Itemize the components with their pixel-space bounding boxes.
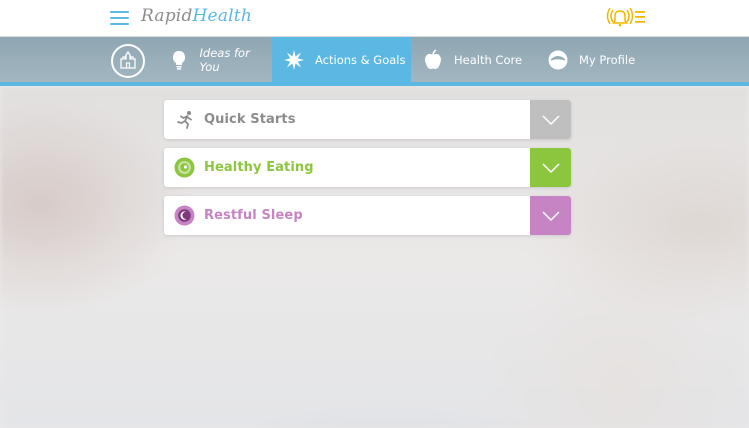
tab-my-profile[interactable]: My Profile: [547, 37, 657, 82]
tab-actions-label: Actions & Goals: [315, 52, 406, 67]
healthy-eating-title: Healthy Eating: [204, 160, 314, 175]
alarm-bell-icon: [606, 7, 645, 27]
home-button[interactable]: [111, 44, 145, 78]
lightbulb-icon: [168, 49, 190, 71]
tab-health-core-label: Health Core: [454, 52, 523, 67]
quick-starts-section[interactable]: Quick Starts: [164, 100, 571, 139]
tab-ideas-for-you[interactable]: Ideas for You: [162, 37, 272, 82]
moon-icon: [174, 205, 195, 226]
running-person-icon: [174, 109, 195, 130]
chevron-down-icon: [541, 114, 560, 125]
app-logo: RapidHealth: [141, 6, 252, 26]
tab-ideas-label: Ideas for You: [199, 45, 250, 74]
restful-sleep-expand-button[interactable]: [530, 196, 571, 235]
top-bar: RapidHealth: [0, 0, 749, 37]
restful-sleep-section[interactable]: Restful Sleep: [164, 196, 571, 235]
tab-health-core[interactable]: Health Core: [422, 37, 532, 82]
profile-icon: [547, 49, 569, 71]
tab-actions-and-goals[interactable]: Actions & Goals: [272, 37, 411, 82]
chevron-down-icon: [541, 162, 560, 173]
chevron-down-icon: [541, 210, 560, 221]
hamburger-menu-icon[interactable]: [110, 10, 130, 25]
restful-sleep-title: Restful Sleep: [204, 208, 303, 223]
healthy-eating-section[interactable]: Healthy Eating: [164, 148, 571, 187]
quick-starts-expand-button[interactable]: [530, 100, 571, 139]
main-nav: Ideas for You Actions & Goals Health Cor…: [0, 37, 749, 86]
castle-icon: [120, 50, 136, 69]
quick-starts-title: Quick Starts: [204, 112, 296, 127]
logo-rapid-text: Rapid: [141, 6, 193, 26]
tab-my-profile-label: My Profile: [579, 52, 636, 67]
healthy-eating-expand-button[interactable]: [530, 148, 571, 187]
starburst-icon: [283, 49, 305, 71]
plate-icon: [174, 157, 195, 178]
logo-health-text: Health: [192, 6, 252, 26]
apple-icon: [422, 48, 444, 71]
notifications-button[interactable]: [606, 6, 648, 28]
